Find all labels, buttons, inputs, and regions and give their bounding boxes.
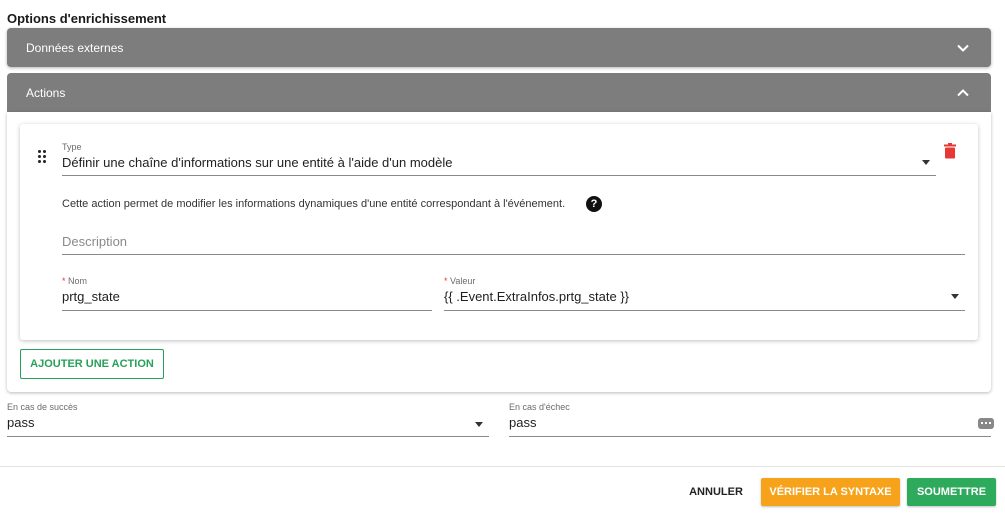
- failure-input[interactable]: pass: [509, 415, 536, 430]
- value-caret-down-icon[interactable]: [951, 294, 959, 299]
- name-underline: [62, 310, 432, 311]
- success-caret-down-icon[interactable]: [475, 422, 483, 427]
- name-label: * Nom: [62, 276, 88, 286]
- type-select-value[interactable]: Définir une chaîne d'informations sur un…: [62, 155, 452, 170]
- panel-external-data-label: Données externes: [26, 40, 124, 55]
- action-help-text: Cette action permet de modifier les info…: [62, 198, 566, 210]
- description-input[interactable]: Description: [62, 234, 127, 249]
- type-select-underline: [62, 175, 936, 176]
- delete-icon[interactable]: [943, 143, 957, 159]
- footer-divider: [0, 466, 1005, 467]
- failure-underline: [509, 436, 991, 437]
- required-mark: *: [62, 276, 66, 286]
- submit-button[interactable]: SOUMETTRE: [907, 478, 996, 506]
- chevron-up-icon[interactable]: [955, 85, 971, 101]
- add-action-button[interactable]: AJOUTER UNE ACTION: [20, 349, 164, 379]
- keyboard-icon[interactable]: [978, 418, 994, 429]
- type-caret-down-icon[interactable]: [922, 160, 930, 165]
- help-icon[interactable]: ?: [586, 196, 602, 212]
- required-mark: *: [444, 276, 448, 286]
- cancel-button[interactable]: ANNULER: [683, 478, 749, 506]
- success-label: En cas de succès: [7, 402, 78, 412]
- value-label: * Valeur: [444, 276, 476, 286]
- panel-actions-label: Actions: [26, 85, 66, 100]
- panel-external-data-header[interactable]: Données externes: [7, 28, 991, 67]
- chevron-down-icon[interactable]: [955, 40, 971, 56]
- success-underline: [7, 436, 489, 437]
- value-combobox[interactable]: {{ .Event.ExtraInfos.prtg_state }}: [444, 289, 629, 304]
- panel-actions-header[interactable]: Actions: [7, 73, 991, 112]
- description-underline: [62, 254, 965, 255]
- drag-handle-icon[interactable]: [38, 150, 48, 164]
- value-underline: [444, 310, 965, 311]
- failure-label: En cas d'échec: [509, 402, 570, 412]
- section-title: Options d'enrichissement: [7, 11, 167, 26]
- name-input[interactable]: prtg_state: [62, 289, 120, 304]
- verify-syntax-button[interactable]: VÉRIFIER LA SYNTAXE: [761, 478, 900, 506]
- success-select[interactable]: pass: [7, 415, 34, 430]
- type-label: Type: [62, 142, 82, 152]
